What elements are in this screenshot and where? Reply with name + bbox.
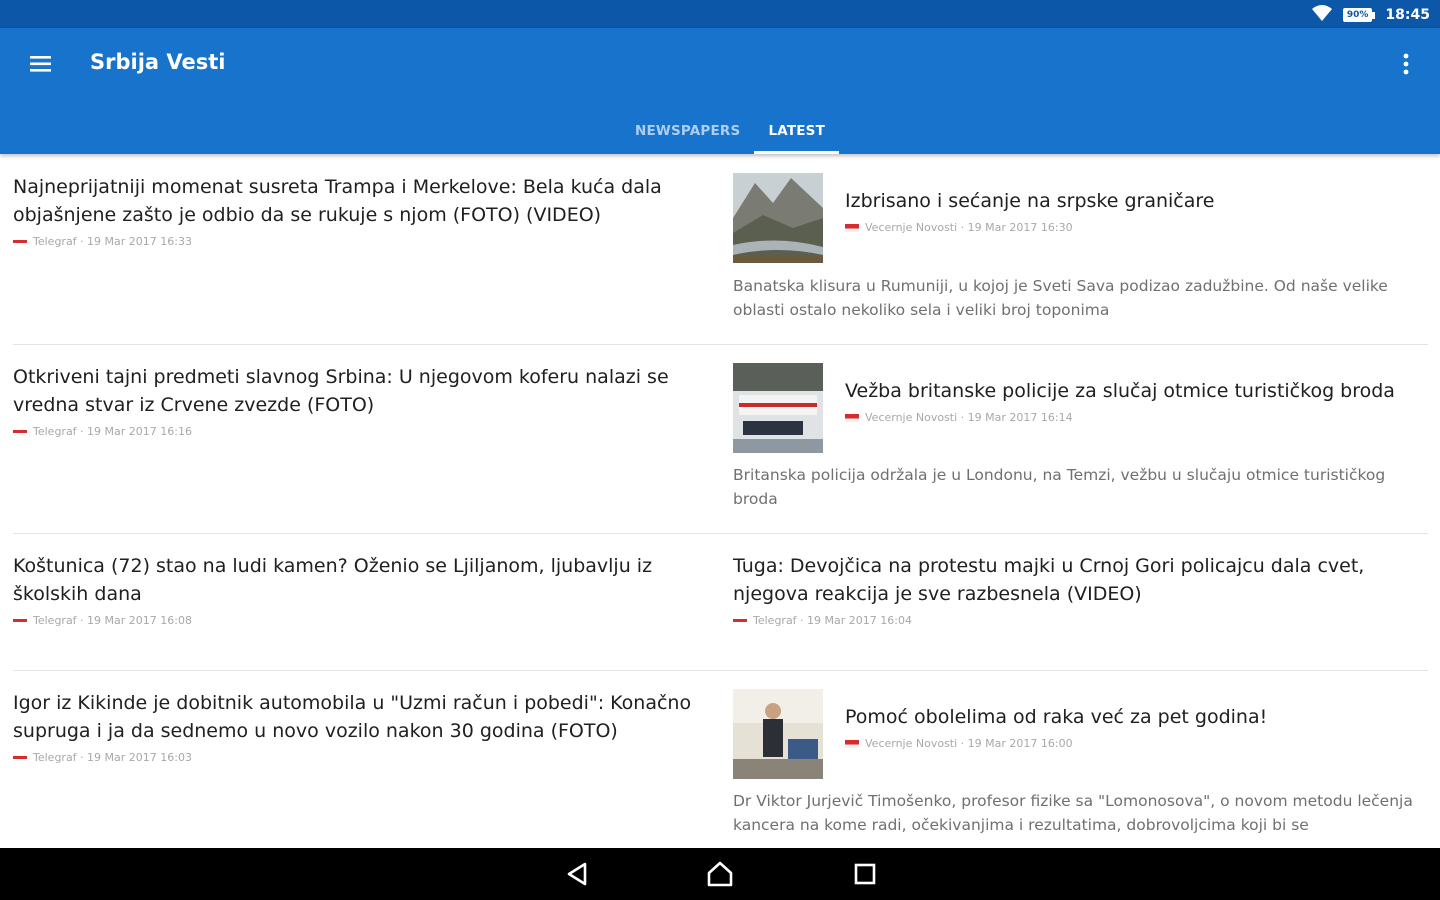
- article-source-date: Telegraf · 19 Mar 2017 16:03: [33, 751, 192, 764]
- feed-row: Igor iz Kikinde je dobitnik automobila u…: [13, 670, 1428, 848]
- article-headline: Vežba britanske policije za slučaj otmic…: [845, 380, 1395, 402]
- article-headline: Pomoć obolelima od raka već za pet godin…: [845, 706, 1268, 728]
- menu-icon[interactable]: [24, 48, 60, 80]
- article-summary: Britanska policija održala je u Londonu,…: [733, 466, 1386, 508]
- article-source-date: Telegraf · 19 Mar 2017 16:04: [753, 614, 912, 627]
- article-meta: Telegraf · 19 Mar 2017 16:03: [13, 751, 703, 764]
- source-flag-icon: [13, 756, 27, 759]
- article-meta: Telegraf · 19 Mar 2017 16:04: [733, 614, 1428, 627]
- battery-icon: 90%: [1342, 8, 1376, 22]
- article-card[interactable]: Koštunica (72) stao na ludi kamen? Oženi…: [13, 552, 703, 627]
- article-thumbnail: [733, 173, 823, 263]
- article-card[interactable]: Tuga: Devojčica na protestu majki u Crno…: [733, 552, 1428, 627]
- article-headline: Koštunica (72) stao na ludi kamen? Oženi…: [13, 555, 653, 605]
- article-headline: Izbrisano i sećanje na srpske graničare: [845, 190, 1215, 212]
- news-feed[interactable]: Najneprijatniji momenat susreta Trampa i…: [0, 154, 1440, 848]
- tab-newspapers[interactable]: NEWSPAPERS: [621, 108, 754, 154]
- article-meta: Vecernje Novosti · 19 Mar 2017 16:30: [845, 221, 1428, 234]
- app-bar: Srbija Vesti NEWSPAPERS LATEST: [0, 28, 1440, 154]
- feed-row: Otkriveni tajni predmeti slavnog Srbina:…: [13, 344, 1428, 534]
- recents-icon[interactable]: [850, 860, 880, 888]
- source-flag-icon: [845, 739, 859, 748]
- article-thumbnail: [733, 363, 823, 453]
- article-summary: Dr Viktor Jurjevič Timošenko, profesor f…: [733, 792, 1413, 834]
- article-meta: Telegraf · 19 Mar 2017 16:08: [13, 614, 703, 627]
- source-flag-icon: [845, 413, 859, 422]
- source-flag-icon: [13, 240, 27, 243]
- source-flag-icon: [13, 619, 27, 622]
- article-card[interactable]: Otkriveni tajni predmeti slavnog Srbina:…: [13, 363, 703, 438]
- article-card[interactable]: Izbrisano i sećanje na srpske graničare …: [733, 173, 1428, 323]
- article-source-date: Vecernje Novosti · 19 Mar 2017 16:00: [865, 737, 1073, 750]
- article-headline: Tuga: Devojčica na protestu majki u Crno…: [733, 555, 1365, 605]
- status-bar: 90% 18:45: [0, 0, 1440, 28]
- source-flag-icon: [13, 430, 27, 433]
- article-meta: Vecernje Novosti · 19 Mar 2017 16:14: [845, 411, 1428, 424]
- back-icon[interactable]: [563, 860, 593, 888]
- article-source-date: Vecernje Novosti · 19 Mar 2017 16:14: [865, 411, 1073, 424]
- article-source-date: Vecernje Novosti · 19 Mar 2017 16:30: [865, 221, 1073, 234]
- article-thumbnail: [733, 689, 823, 779]
- navigation-bar: [0, 848, 1440, 900]
- article-headline: Najneprijatniji momenat susreta Trampa i…: [13, 176, 662, 226]
- article-meta: Telegraf · 19 Mar 2017 16:33: [13, 235, 703, 248]
- article-source-date: Telegraf · 19 Mar 2017 16:08: [33, 614, 192, 627]
- article-card[interactable]: Igor iz Kikinde je dobitnik automobila u…: [13, 689, 703, 764]
- article-meta: Vecernje Novosti · 19 Mar 2017 16:00: [845, 737, 1428, 750]
- clock: 18:45: [1385, 7, 1430, 23]
- article-card[interactable]: Pomoć obolelima od raka već za pet godin…: [733, 689, 1428, 848]
- source-flag-icon: [733, 619, 747, 622]
- tab-latest[interactable]: LATEST: [754, 108, 839, 154]
- home-icon[interactable]: [705, 860, 735, 888]
- article-summary: Banatska klisura u Rumuniji, u kojoj je …: [733, 277, 1388, 319]
- article-meta: Telegraf · 19 Mar 2017 16:16: [13, 425, 703, 438]
- source-flag-icon: [845, 223, 859, 232]
- tab-bar: NEWSPAPERS LATEST: [0, 108, 1440, 154]
- article-headline: Igor iz Kikinde je dobitnik automobila u…: [13, 692, 692, 742]
- app-title: Srbija Vesti: [90, 50, 226, 74]
- more-vert-icon[interactable]: [1392, 48, 1420, 80]
- wifi-icon: [1311, 4, 1333, 26]
- article-headline: Otkriveni tajni predmeti slavnog Srbina:…: [13, 366, 669, 416]
- battery-level: 90%: [1342, 8, 1373, 22]
- article-card[interactable]: Najneprijatniji momenat susreta Trampa i…: [13, 173, 703, 248]
- article-card[interactable]: Vežba britanske policije za slučaj otmic…: [733, 363, 1428, 513]
- article-source-date: Telegraf · 19 Mar 2017 16:16: [33, 425, 192, 438]
- feed-row: Koštunica (72) stao na ludi kamen? Oženi…: [13, 533, 1428, 671]
- article-source-date: Telegraf · 19 Mar 2017 16:33: [33, 235, 192, 248]
- feed-row: Najneprijatniji momenat susreta Trampa i…: [13, 154, 1428, 345]
